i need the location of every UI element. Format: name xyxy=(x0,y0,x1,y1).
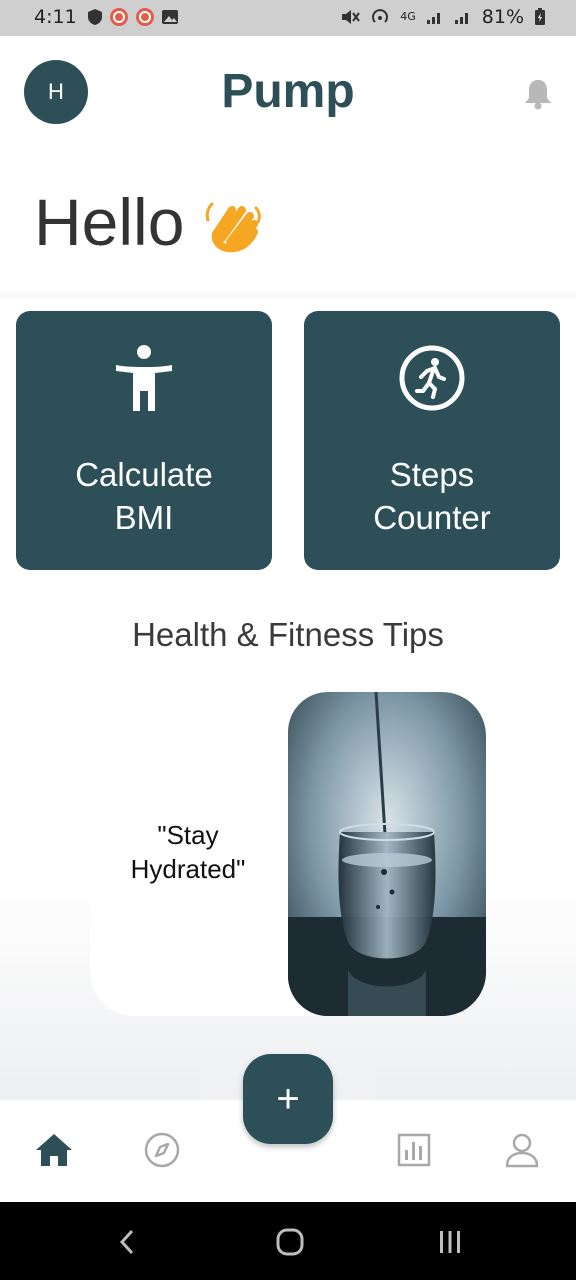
card-label: Steps Counter xyxy=(304,453,560,539)
nav-stats[interactable] xyxy=(394,1130,434,1170)
card-label-line2: BMI xyxy=(114,499,174,536)
recents-button[interactable] xyxy=(430,1224,470,1260)
running-person-icon xyxy=(399,345,465,411)
signal-icon xyxy=(426,13,440,24)
person-arms-out-icon xyxy=(116,345,172,411)
status-right: 4G 81% xyxy=(340,6,546,28)
back-icon xyxy=(119,1229,134,1255)
battery-percent: 81% xyxy=(481,6,524,28)
signal-icon xyxy=(454,13,468,24)
greeting: Hello xyxy=(34,184,266,260)
waving-hand-icon xyxy=(206,202,262,253)
network-type: 4G xyxy=(400,10,416,23)
app-notification-icon xyxy=(109,8,128,26)
app-notification-icon xyxy=(135,8,154,26)
tip-card[interactable]: "Stay Hydrated" xyxy=(90,692,486,1016)
tips-section-title: Health & Fitness Tips xyxy=(132,616,444,653)
section-divider xyxy=(0,288,576,298)
greeting-text: Hello xyxy=(34,185,185,259)
card-icon-wrap xyxy=(304,343,560,413)
water-glass-image xyxy=(288,692,486,1016)
status-time: 4:11 xyxy=(34,6,77,28)
compass-icon xyxy=(144,1132,180,1168)
tip-text: "Stay Hydrated" xyxy=(90,818,286,886)
card-label-line1: Steps xyxy=(389,456,475,493)
recents-icon xyxy=(440,1231,460,1253)
profile-icon xyxy=(505,1133,539,1168)
image-icon xyxy=(161,10,178,24)
battery-icon xyxy=(535,8,545,25)
nav-home[interactable] xyxy=(34,1130,74,1170)
back-button[interactable] xyxy=(108,1224,148,1260)
status-left: 4:11 xyxy=(34,6,179,28)
shield-icon xyxy=(87,9,102,25)
card-icon-wrap xyxy=(16,343,272,415)
home-screen: H Pump Hello Calculate BMI Steps Counter… xyxy=(0,36,576,1210)
nav-explore[interactable] xyxy=(142,1130,182,1170)
calculate-bmi-card[interactable]: Calculate BMI xyxy=(16,311,272,570)
mute-icon xyxy=(342,10,361,24)
add-icon: + xyxy=(276,1076,300,1121)
card-label: Calculate BMI xyxy=(16,453,272,539)
card-label-line2: Counter xyxy=(373,499,491,536)
home-icon xyxy=(36,1134,72,1166)
home-button[interactable] xyxy=(270,1224,310,1260)
app-title: Pump xyxy=(221,65,355,118)
bell-icon[interactable] xyxy=(520,76,556,112)
home-circle-icon xyxy=(276,1228,304,1256)
hotspot-icon xyxy=(372,9,389,23)
nav-profile[interactable] xyxy=(502,1130,542,1170)
stats-icon xyxy=(397,1133,431,1167)
tip-text-line2: Hydrated" xyxy=(130,854,246,884)
add-button[interactable]: + xyxy=(243,1054,333,1144)
status-notification-icons xyxy=(87,7,179,27)
tip-text-line1: "Stay xyxy=(157,820,219,850)
status-bar: 4:11 4G 81% xyxy=(0,0,576,36)
card-label-line1: Calculate xyxy=(75,456,213,493)
system-nav-bar xyxy=(0,1202,576,1280)
water-glass-illustration xyxy=(288,692,486,1016)
steps-counter-card[interactable]: Steps Counter xyxy=(304,311,560,570)
